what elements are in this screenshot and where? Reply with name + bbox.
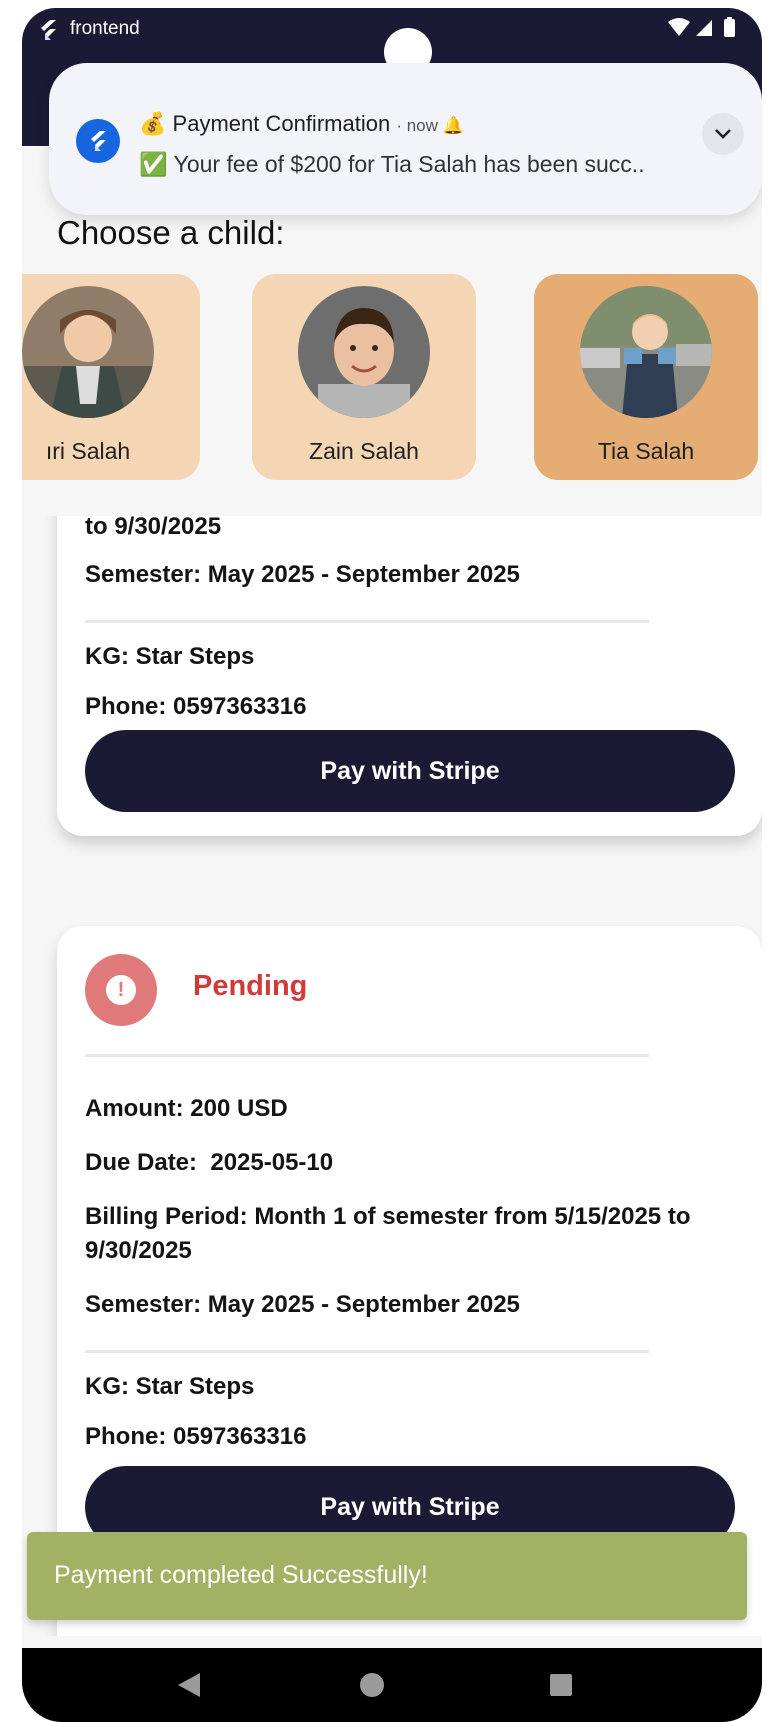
- battery-icon: [724, 17, 735, 37]
- page-title: Choose a child:: [57, 214, 285, 251]
- semester-text: Semester: May 2025 - September 2025: [85, 561, 520, 588]
- flutter-status-icon: [41, 20, 56, 40]
- notification-body: ✅ Your fee of $200 for Tia Salah has bee…: [139, 151, 645, 177]
- status-badge: Pending: [193, 970, 308, 1002]
- payment-notification[interactable]: 💰 Payment Confirmation · now 🔔 ✅ Your fe…: [49, 63, 762, 215]
- pay-with-stripe-button[interactable]: Pay with Stripe: [85, 730, 735, 812]
- system-navigation-bar: [22, 1648, 762, 1722]
- money-bag-icon: 💰: [139, 111, 167, 136]
- notification-title-row: 💰 Payment Confirmation · now 🔔: [139, 111, 464, 136]
- back-icon: [178, 1673, 200, 1697]
- divider: [85, 1054, 649, 1057]
- snackbar-message: Payment completed Successfully!: [54, 1561, 428, 1589]
- kg-name-text: KG: Star Steps: [85, 1373, 255, 1400]
- snackbar: Payment completed Successfully!: [27, 1532, 747, 1620]
- billing-period-text: to 9/30/2025: [85, 516, 222, 540]
- child-card-nouri[interactable]: ıri Salah: [22, 274, 200, 480]
- recents-icon: [550, 1674, 572, 1696]
- exclamation-icon: !: [85, 954, 157, 1026]
- child-name: Zain Salah: [309, 438, 419, 464]
- status-app-name: frontend: [70, 18, 140, 39]
- child-name: ıri Salah: [45, 438, 131, 464]
- invoice-card: to 9/30/2025 Semester: May 2025 - Septem…: [57, 516, 762, 836]
- phone-text: Phone: 0597363316: [85, 693, 307, 720]
- invoice-list: to 9/30/2025 Semester: May 2025 - Septem…: [22, 516, 762, 1636]
- kg-name-text: KG: Star Steps: [85, 643, 255, 670]
- divider: [85, 1350, 649, 1353]
- notification-title: Payment Confirmation: [172, 111, 391, 136]
- child-card-tia[interactable]: Tia Salah: [534, 274, 758, 480]
- semester-text: Semester: May 2025 - September 2025: [85, 1291, 520, 1318]
- divider: [85, 620, 649, 623]
- phone-screen: frontend 💰 Payment Confirmation · now 🔔 …: [22, 8, 762, 1722]
- signal-icon: [696, 20, 712, 36]
- chevron-down-icon[interactable]: [702, 113, 744, 155]
- flutter-logo-icon: [76, 119, 120, 163]
- due-date-text: Due Date: 2025-05-10: [85, 1149, 334, 1176]
- amount-text: Amount: 200 USD: [85, 1095, 288, 1122]
- child-avatar: [580, 286, 712, 418]
- child-avatar: [298, 286, 430, 418]
- child-selector: ıri Salah Zain Salah Tia Salah: [22, 274, 762, 486]
- child-avatar: [22, 286, 154, 418]
- child-card-zain[interactable]: Zain Salah: [252, 274, 476, 480]
- billing-period-text: Billing Period: Month 1 of semester from…: [85, 1203, 691, 1264]
- bell-icon: 🔔: [442, 116, 464, 135]
- home-icon: [360, 1673, 384, 1697]
- notification-time: now: [406, 116, 438, 135]
- invoice-card: ! Pending Amount: 200 USD Due Date: 2025…: [57, 926, 762, 1636]
- child-name: Tia Salah: [597, 438, 695, 464]
- phone-text: Phone: 0597363316: [85, 1423, 307, 1450]
- wifi-icon: [668, 18, 690, 36]
- status-icons: [668, 17, 735, 37]
